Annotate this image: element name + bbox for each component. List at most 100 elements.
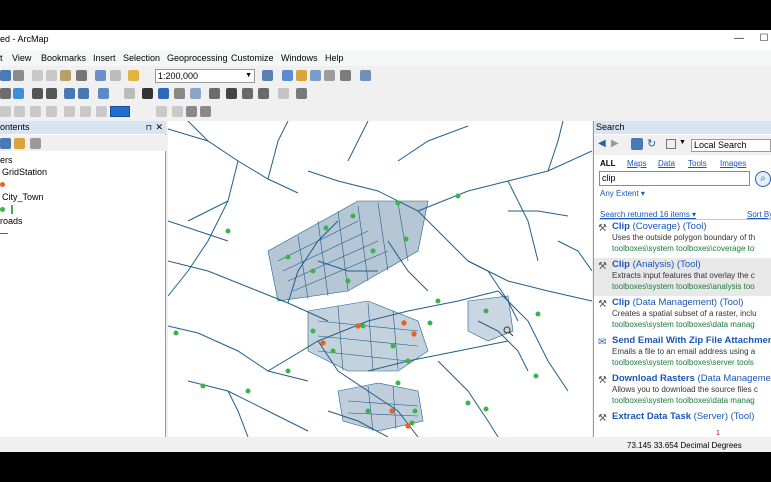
copy-icon[interactable] <box>46 70 57 81</box>
search-result-item[interactable]: ⚒ Extract Data Task (Server) (Tool) <box>594 410 771 430</box>
layout-zoom-out-icon[interactable] <box>14 106 25 117</box>
layer-roads[interactable]: roads <box>0 216 23 226</box>
search-result-item[interactable]: ⚒ Clip (Coverage) (Tool) Uses the outsid… <box>594 220 771 258</box>
index-options-icon[interactable] <box>666 139 676 149</box>
tab-all[interactable]: ALL <box>600 159 616 168</box>
map-view[interactable] <box>168 121 592 437</box>
toc-toolbar <box>0 135 166 151</box>
fixed-zoom-out-icon[interactable] <box>46 88 57 99</box>
paste-icon[interactable] <box>60 70 71 81</box>
search-result-count[interactable]: Search returned 16 items ▾ <box>600 210 696 219</box>
tab-images[interactable]: Images <box>720 159 746 168</box>
minimize-button[interactable]: — <box>732 32 746 46</box>
editor-icon[interactable] <box>262 70 273 81</box>
standard-toolbar: 1:200,000 ▼ <box>0 67 600 85</box>
home-icon[interactable] <box>631 138 643 150</box>
refresh-icon[interactable]: ↻ <box>647 137 656 150</box>
viewer-window-icon[interactable] <box>296 88 307 99</box>
zoom-whole-page-icon[interactable] <box>46 106 57 117</box>
search-result-item[interactable]: ⚒ Clip (Data Management) (Tool) Creates … <box>594 296 771 334</box>
model-builder-icon[interactable] <box>360 70 371 81</box>
select-elements-icon[interactable] <box>142 88 153 99</box>
back-extent-icon[interactable] <box>64 88 75 99</box>
delete-icon[interactable] <box>76 70 87 81</box>
maximize-button[interactable]: ☐ <box>757 32 771 46</box>
search-pane: Search ◀ ▶ ↻ ▼ Local Search ALL Maps Dat… <box>593 121 771 452</box>
zoom-percent-combo[interactable] <box>110 106 130 117</box>
go-back-icon[interactable] <box>96 106 107 117</box>
layer-visibility-checkbox[interactable] <box>11 205 13 214</box>
fixed-zoom-in-icon[interactable] <box>32 88 43 99</box>
hammer-icon: ⚒ <box>598 375 607 386</box>
globe-icon[interactable] <box>13 88 24 99</box>
search-scope-select[interactable]: Local Search <box>691 139 771 152</box>
menu-bar: t View Bookmarks Insert Selection Geopro… <box>0 50 771 66</box>
data-driven-pages-icon[interactable] <box>200 106 211 117</box>
menu-selection[interactable]: Selection <box>123 53 160 63</box>
map-scale-combo[interactable]: 1:200,000 ▼ <box>155 69 255 83</box>
chevron-down-icon: ▼ <box>245 72 252 79</box>
menu-help[interactable]: Help <box>325 53 344 63</box>
back-icon[interactable]: ◀ <box>598 138 606 149</box>
menu-windows[interactable]: Windows <box>281 53 318 63</box>
fixed-zoom-layout-icon[interactable] <box>80 106 91 117</box>
pin-icon[interactable]: ⊓ <box>146 121 152 134</box>
go-to-xy-icon[interactable] <box>258 88 269 99</box>
sort-by-link[interactable]: Sort By <box>747 210 771 219</box>
tab-maps[interactable]: Maps <box>627 159 647 168</box>
arctoolbox-icon[interactable] <box>324 70 335 81</box>
select-features-icon[interactable] <box>98 88 109 99</box>
menu-geoprocessing[interactable]: Geoprocessing <box>167 53 228 63</box>
find-route-icon[interactable] <box>242 88 253 99</box>
catalog-icon[interactable] <box>296 70 307 81</box>
layout-pan-icon[interactable] <box>30 106 41 117</box>
python-icon[interactable] <box>340 70 351 81</box>
layer-gridstation[interactable]: GridStation <box>2 167 47 177</box>
options-icon[interactable] <box>30 138 41 149</box>
layout-zoom-in-icon[interactable] <box>0 106 11 117</box>
search-input[interactable]: clip <box>599 171 750 186</box>
layers-group-label[interactable]: ers <box>0 155 13 165</box>
focus-data-frame-icon[interactable] <box>172 106 183 117</box>
search-result-item[interactable]: ⚒ Download Rasters (Data Managemen Allow… <box>594 372 771 410</box>
list-by-drawing-order-icon[interactable] <box>0 138 11 149</box>
zoom-in-icon[interactable] <box>0 88 11 99</box>
menu-view[interactable]: View <box>12 53 31 63</box>
change-layout-icon[interactable] <box>186 106 197 117</box>
forward-icon[interactable]: ▶ <box>611 138 619 149</box>
tab-tools[interactable]: Tools <box>688 159 707 168</box>
tab-data[interactable]: Data <box>658 159 675 168</box>
clear-selection-icon[interactable] <box>124 88 135 99</box>
search-window-icon[interactable] <box>310 70 321 81</box>
chevron-down-icon[interactable]: ▼ <box>679 139 686 146</box>
redo-icon[interactable] <box>110 70 121 81</box>
hyperlink-icon[interactable] <box>174 88 185 99</box>
close-icon[interactable]: ✕ <box>155 121 163 134</box>
layer-city-town[interactable]: City_Town <box>2 192 44 202</box>
save-icon[interactable] <box>0 70 11 81</box>
menu-bookmarks[interactable]: Bookmarks <box>41 53 86 63</box>
toggle-draft-icon[interactable] <box>156 106 167 117</box>
result-type: (Analysis) (Tool) <box>629 259 701 270</box>
print-icon[interactable] <box>13 70 24 81</box>
find-icon[interactable] <box>226 88 237 99</box>
menu-customize[interactable]: Customize <box>231 53 274 63</box>
time-slider-icon[interactable] <box>278 88 289 99</box>
forward-extent-icon[interactable] <box>78 88 89 99</box>
menu-edit[interactable]: t <box>0 53 3 63</box>
zoom-100-icon[interactable] <box>64 106 75 117</box>
menu-insert[interactable]: Insert <box>93 53 116 63</box>
undo-icon[interactable] <box>95 70 106 81</box>
search-result-item[interactable]: ✉ Send Email With Zip File Attachment ( … <box>594 334 771 372</box>
measure-icon[interactable] <box>209 88 220 99</box>
search-result-item[interactable]: ⚒ Clip (Analysis) (Tool) Extracts input … <box>594 258 771 296</box>
list-by-source-icon[interactable] <box>14 138 25 149</box>
identify-icon[interactable] <box>158 88 169 99</box>
html-popup-icon[interactable] <box>190 88 201 99</box>
extent-filter-link[interactable]: Any Extent ▾ <box>600 189 645 198</box>
table-of-contents-icon[interactable] <box>282 70 293 81</box>
search-button[interactable]: ⌕ <box>755 171 771 187</box>
cut-icon[interactable] <box>32 70 43 81</box>
add-data-icon[interactable] <box>128 70 139 81</box>
window-title: ed - ArcMap <box>0 34 49 44</box>
